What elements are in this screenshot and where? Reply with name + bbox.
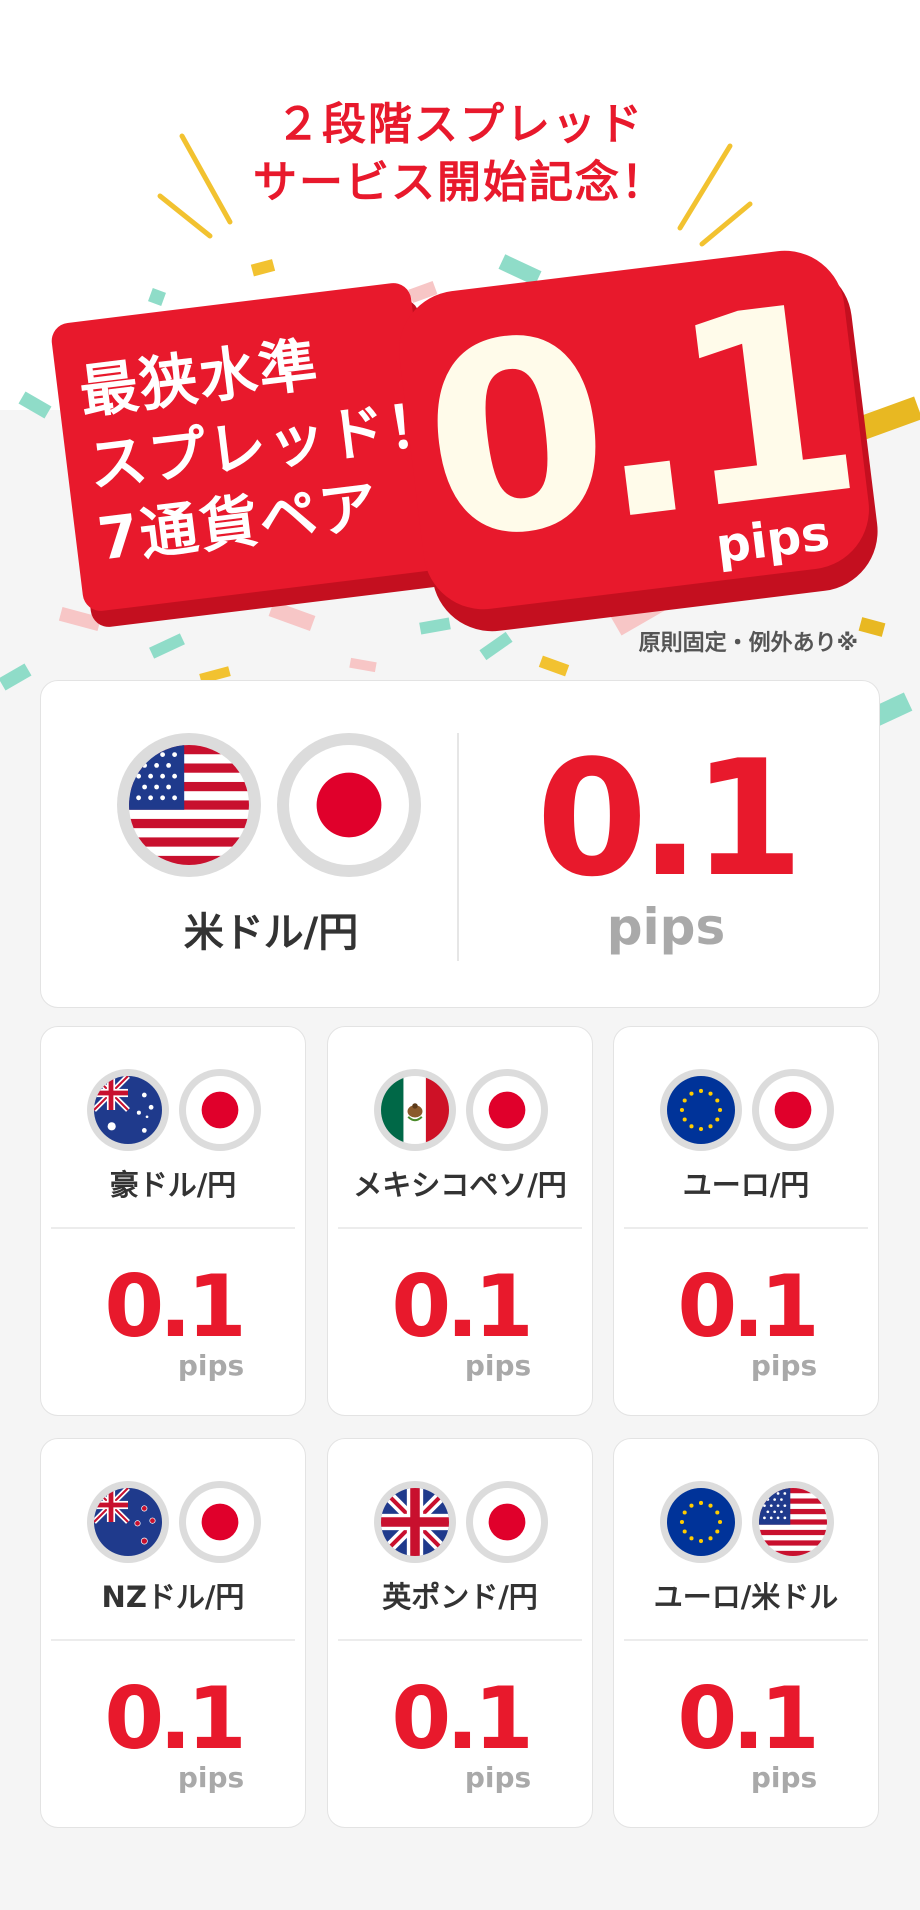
us-flag-icon bbox=[117, 733, 261, 877]
pair-name: 豪ドル/円 bbox=[109, 1168, 237, 1202]
card-divider bbox=[338, 1227, 582, 1229]
eu-flag-icon bbox=[660, 1069, 742, 1151]
pair-name: ユーロ/円 bbox=[682, 1168, 810, 1202]
spread-value: 0.1 bbox=[104, 1257, 246, 1357]
mexico-flag-icon bbox=[374, 1069, 456, 1151]
japan-flag-icon bbox=[277, 733, 421, 877]
pair-name: 米ドル/円 bbox=[183, 910, 359, 956]
pair-card-eur-usd[interactable]: ユーロ/米ドル 0.1 pips bbox=[613, 1438, 879, 1828]
us-flag-icon bbox=[752, 1481, 834, 1563]
spread-unit: pips bbox=[177, 1761, 245, 1794]
spread-unit: pips bbox=[177, 1349, 245, 1382]
japan-flag-icon bbox=[179, 1481, 261, 1563]
sub-headline: ２段階スプレッド サービス開始記念！ bbox=[0, 96, 920, 212]
pair-card-gbp-jpy[interactable]: 英ポンド/円 0.1 pips bbox=[327, 1438, 593, 1828]
spread-unit: pips bbox=[750, 1761, 818, 1794]
hero-banner: 最狭水準 スプレッド！ 7通貨ペア 0.1 pips bbox=[49, 243, 885, 639]
card-divider bbox=[338, 1639, 582, 1641]
japan-flag-icon bbox=[752, 1069, 834, 1151]
pair-name: 英ポンド/円 bbox=[382, 1580, 538, 1614]
spread-value: 0.1 bbox=[391, 1257, 533, 1357]
card-divider bbox=[624, 1227, 868, 1229]
card-divider bbox=[624, 1639, 868, 1641]
new-zealand-flag-icon bbox=[87, 1481, 169, 1563]
eu-flag-icon bbox=[660, 1481, 742, 1563]
spread-value: 0.1 bbox=[677, 1669, 819, 1769]
featured-pair-card[interactable]: 米ドル/円 0.1 pips bbox=[40, 680, 880, 1008]
pair-card-eur-jpy[interactable]: ユーロ/円 0.1 pips bbox=[613, 1026, 879, 1416]
spread-unit: pips bbox=[464, 1761, 532, 1794]
spread-unit: pips bbox=[464, 1349, 532, 1382]
hero-left-panel: 最狭水準 スプレッド！ 7通貨ペア bbox=[49, 281, 451, 613]
spread-value: 0.1 bbox=[391, 1669, 533, 1769]
sub-headline-line-1: ２段階スプレッド bbox=[276, 99, 644, 150]
spread-unit: pips bbox=[750, 1349, 818, 1382]
pair-card-mxn-jpy[interactable]: メキシコペソ/円 0.1 pips bbox=[327, 1026, 593, 1416]
card-divider bbox=[457, 733, 459, 961]
pair-name: メキシコペソ/円 bbox=[353, 1168, 567, 1202]
sub-headline-line-2: サービス開始記念！ bbox=[253, 157, 667, 208]
japan-flag-icon bbox=[179, 1069, 261, 1151]
japan-flag-icon bbox=[466, 1481, 548, 1563]
campaign-page: ２段階スプレッド サービス開始記念！ 最狭水準 スプレッド！ 7通貨ペア 0.1… bbox=[0, 0, 920, 1910]
spread-value: 0.1 bbox=[677, 1257, 819, 1357]
pair-card-nzd-jpy[interactable]: NZドル/円 0.1 pips bbox=[40, 1438, 306, 1828]
spread-value: 0.1 bbox=[536, 725, 803, 912]
uk-flag-icon bbox=[374, 1481, 456, 1563]
card-divider bbox=[51, 1639, 295, 1641]
australia-flag-icon bbox=[87, 1069, 169, 1151]
spread-value: 0.1 bbox=[104, 1669, 246, 1769]
japan-flag-icon bbox=[466, 1069, 548, 1151]
pair-name: NZドル/円 bbox=[101, 1580, 245, 1614]
disclaimer-note: 原則固定・例外あり※ bbox=[638, 631, 858, 656]
spread-unit: pips bbox=[606, 898, 726, 956]
pair-card-aud-jpy[interactable]: 豪ドル/円 0.1 pips bbox=[40, 1026, 306, 1416]
pair-name: ユーロ/米ドル bbox=[653, 1580, 839, 1614]
card-divider bbox=[51, 1227, 295, 1229]
